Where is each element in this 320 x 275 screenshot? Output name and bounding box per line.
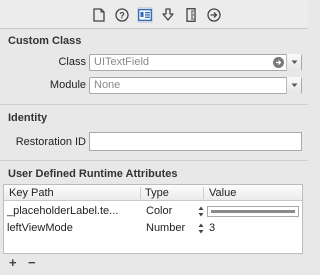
table-header: Key Path Type Value [4, 185, 302, 201]
chevron-down-icon [291, 83, 297, 87]
section-divider [0, 160, 308, 161]
key-path-cell[interactable]: leftViewMode [7, 222, 73, 234]
runtime-attributes-title: User Defined Runtime Attributes [8, 168, 178, 180]
quick-help-icon[interactable]: ? [114, 7, 130, 23]
svg-text:?: ? [119, 11, 125, 21]
restoration-id-label: Restoration ID [15, 136, 86, 148]
type-cell[interactable]: Number [146, 222, 185, 234]
inspector-toolbar: ? [0, 0, 308, 29]
size-inspector-icon[interactable] [183, 7, 199, 23]
type-stepper-icon[interactable] [198, 223, 204, 234]
type-cell[interactable]: Color [146, 205, 172, 217]
module-dropdown-button[interactable] [286, 77, 301, 94]
remove-attribute-button[interactable]: − [28, 255, 36, 270]
column-separator [203, 187, 204, 199]
key-path-cell[interactable]: _placeholderLabel.te... [7, 205, 118, 217]
column-header-type[interactable]: Type [145, 187, 169, 199]
restoration-id-field[interactable] [89, 132, 302, 151]
column-header-key-path[interactable]: Key Path [9, 187, 54, 199]
file-inspector-icon[interactable] [91, 7, 107, 23]
column-header-value[interactable]: Value [209, 187, 236, 199]
class-value: UITextField [94, 56, 150, 68]
section-divider [0, 104, 308, 105]
go-to-class-icon[interactable] [273, 57, 284, 68]
identity-title: Identity [8, 112, 48, 124]
chevron-down-icon [291, 60, 297, 64]
color-well[interactable] [207, 206, 299, 217]
class-label: Class [58, 56, 86, 68]
custom-class-title: Custom Class [8, 35, 82, 47]
value-cell[interactable]: 3 [209, 222, 215, 234]
class-combobox[interactable]: UITextField [89, 54, 302, 71]
add-attribute-button[interactable]: + [9, 255, 17, 270]
module-label: Module [49, 79, 86, 91]
identity-inspector-icon[interactable] [137, 7, 153, 23]
type-stepper-icon[interactable] [198, 206, 204, 217]
module-combobox[interactable]: None [89, 77, 302, 94]
class-dropdown-button[interactable] [286, 54, 301, 71]
module-value: None [94, 79, 121, 91]
column-separator [140, 187, 141, 199]
runtime-attributes-table: Key Path Type Value _placeholderLabel.te… [3, 184, 303, 254]
attributes-inspector-icon[interactable] [160, 7, 176, 23]
connections-inspector-icon[interactable] [206, 7, 222, 23]
